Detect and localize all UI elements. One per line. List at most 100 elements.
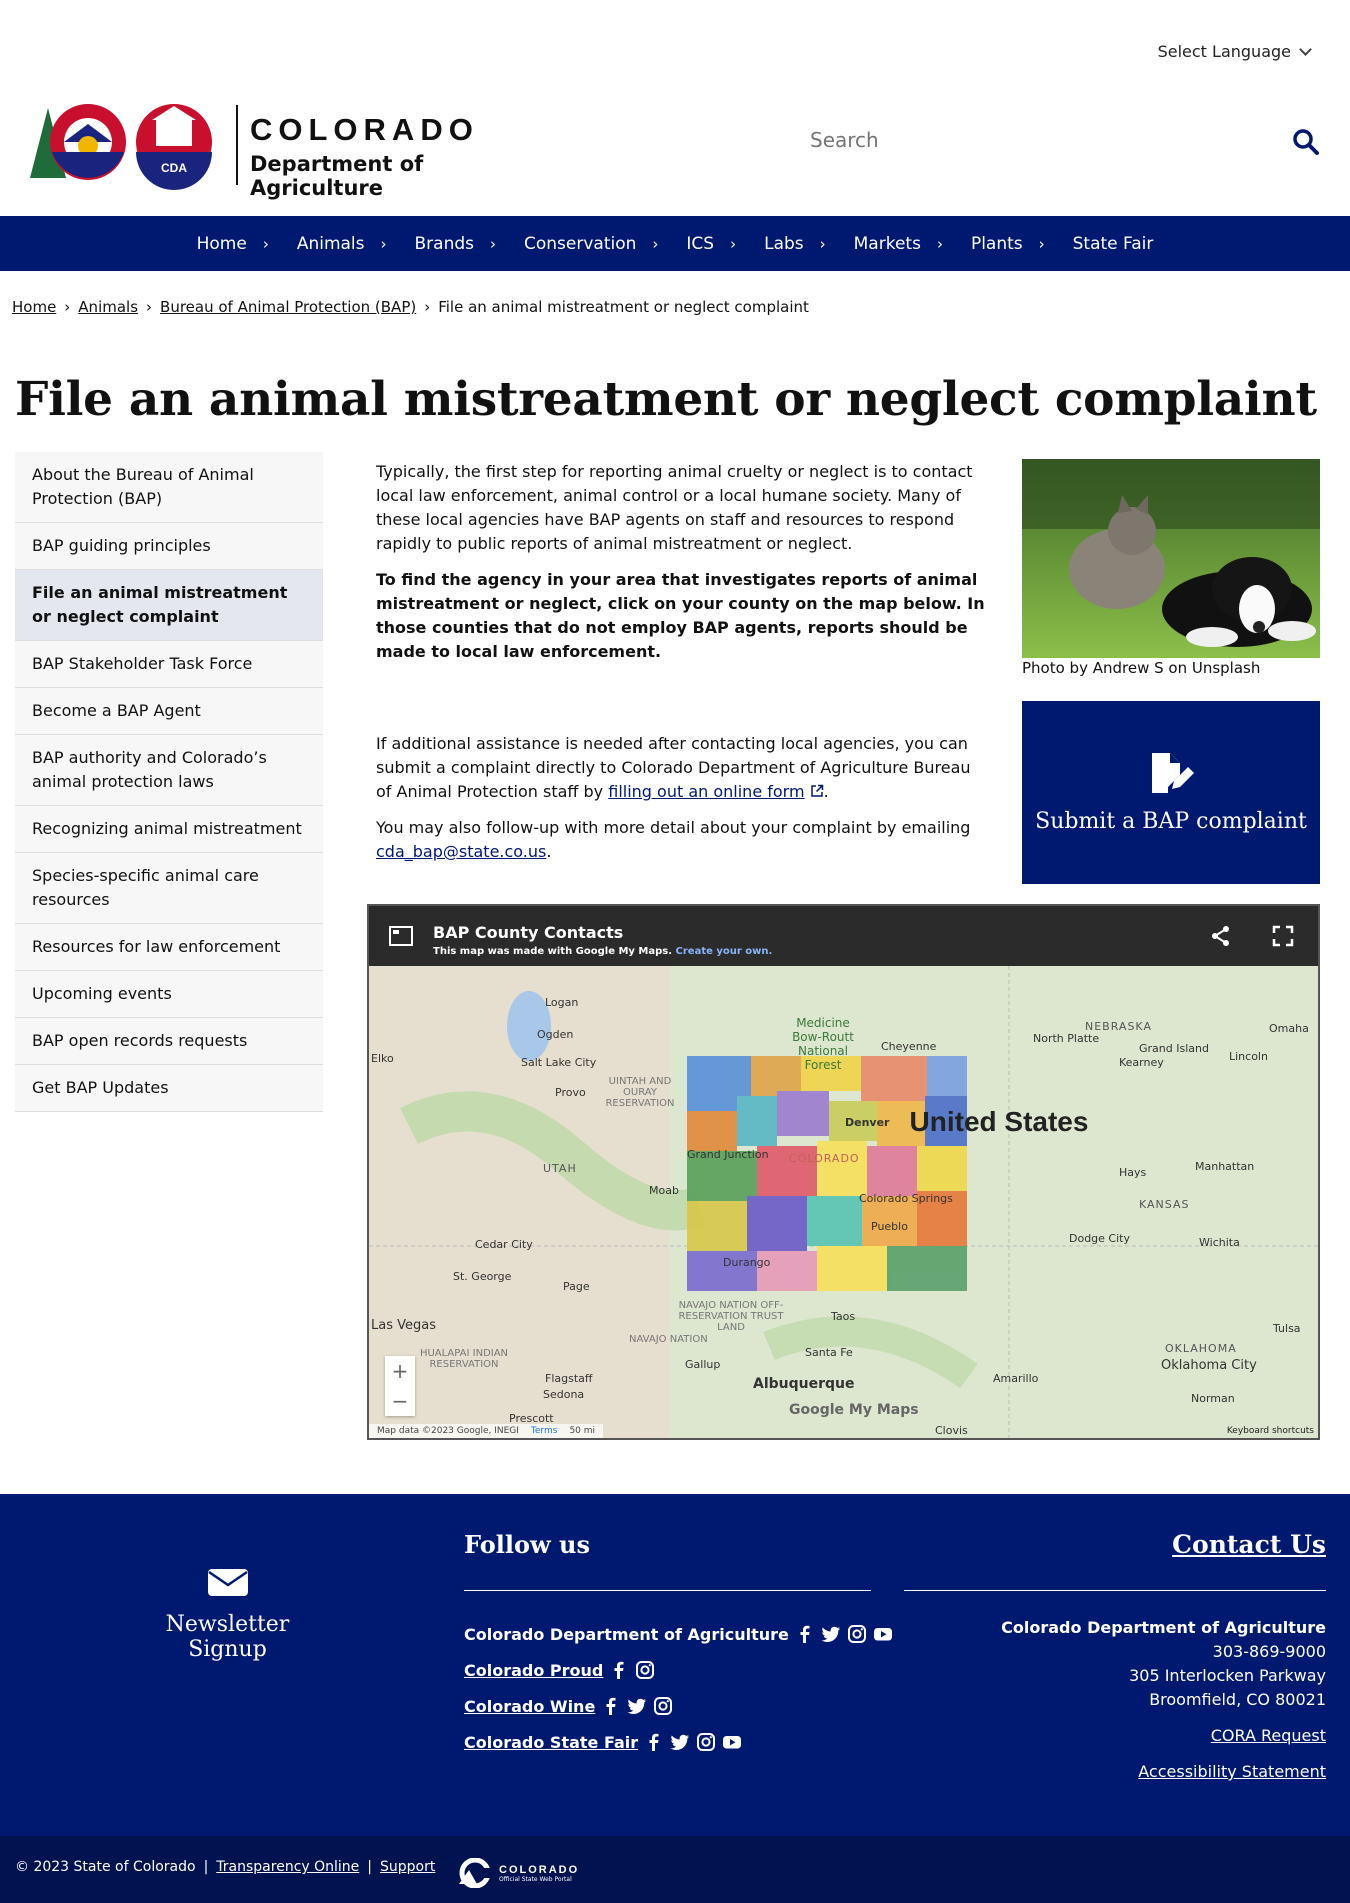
- sidebar-item-bap-updates[interactable]: Get BAP Updates: [15, 1065, 323, 1112]
- map-state-oklahoma: OKLAHOMA: [1165, 1342, 1237, 1355]
- facebook-icon[interactable]: [601, 1696, 621, 1716]
- file-edit-icon: [1152, 753, 1194, 793]
- sidebar-item-authority-laws[interactable]: BAP authority and Colorado’s animal prot…: [15, 735, 323, 806]
- keyboard-shortcuts-link[interactable]: Keyboard shortcuts: [1227, 1426, 1314, 1436]
- youtube-icon[interactable]: [873, 1624, 893, 1644]
- map-city: Durango: [723, 1256, 771, 1269]
- language-selector[interactable]: Select Language: [1158, 42, 1312, 61]
- map-city: Grand Island: [1139, 1042, 1209, 1055]
- share-icon[interactable]: [1210, 925, 1232, 947]
- map-city: Omaha: [1269, 1022, 1309, 1035]
- map-city: Hays: [1119, 1166, 1147, 1179]
- map-city: Clovis: [935, 1424, 968, 1437]
- chevron-right-icon: ›: [730, 234, 737, 253]
- colorado-state-fair-link[interactable]: Colorado State Fair: [464, 1733, 638, 1752]
- map-city: Cedar City: [475, 1238, 533, 1251]
- map-subtitle-text: This map was made with Google My Maps.: [433, 946, 673, 957]
- zoom-in-button[interactable]: +: [385, 1356, 415, 1386]
- nav-item-plants[interactable]: Plants ›: [957, 234, 1059, 254]
- fullscreen-icon[interactable]: [1272, 925, 1294, 947]
- map-city: Tulsa: [1273, 1322, 1301, 1335]
- nav-item-markets[interactable]: Markets ›: [840, 234, 957, 254]
- support-link[interactable]: Support: [380, 1859, 435, 1875]
- newsletter-signup-link[interactable]: Newsletter Signup: [125, 1566, 330, 1662]
- chevron-right-icon: ›: [936, 234, 943, 253]
- map-subtitle: This map was made with Google My Maps. C…: [433, 946, 772, 957]
- sidebar-item-guiding-principles[interactable]: BAP guiding principles: [15, 523, 323, 570]
- map-region: HUALAPAI INDIAN RESERVATION: [419, 1348, 509, 1370]
- twitter-icon[interactable]: [670, 1732, 690, 1752]
- map-city: Pueblo: [871, 1220, 908, 1233]
- logo-subtitle: Department of Agriculture: [250, 152, 424, 200]
- instagram-icon[interactable]: [635, 1660, 655, 1680]
- nav-item-labs[interactable]: Labs ›: [750, 234, 840, 254]
- facebook-icon[interactable]: [795, 1624, 815, 1644]
- sidebar-item-task-force[interactable]: BAP Stakeholder Task Force: [15, 641, 323, 688]
- facebook-icon[interactable]: [644, 1732, 664, 1752]
- map-legend-toggle-icon[interactable]: [389, 926, 413, 946]
- google-my-maps-brand: Google My Maps: [789, 1402, 919, 1418]
- sidebar-item-recognizing-mistreatment[interactable]: Recognizing animal mistreatment: [15, 806, 323, 853]
- nav-item-home[interactable]: Home ›: [183, 234, 283, 254]
- instagram-icon[interactable]: [696, 1732, 716, 1752]
- sidebar-item-become-agent[interactable]: Become a BAP Agent: [15, 688, 323, 735]
- online-form-link[interactable]: filling out an online form: [608, 782, 804, 801]
- sidebar-item-about-bap[interactable]: About the Bureau of Animal Protection (B…: [15, 452, 323, 523]
- cora-request-link[interactable]: CORA Request: [1211, 1726, 1326, 1745]
- search-box[interactable]: [810, 128, 1320, 162]
- photo-caption: Photo by Andrew S on Unsplash: [1022, 659, 1261, 677]
- youtube-icon[interactable]: [722, 1732, 742, 1752]
- twitter-icon[interactable]: [627, 1696, 647, 1716]
- instagram-icon[interactable]: [653, 1696, 673, 1716]
- sidebar-item-file-complaint[interactable]: File an animal mistreatment or neglect c…: [15, 570, 323, 641]
- nav-item-brands[interactable]: Brands ›: [401, 234, 511, 254]
- map-city: North Platte: [1033, 1032, 1100, 1045]
- map-terms-link[interactable]: Terms: [531, 1426, 558, 1436]
- logo-divider: [236, 105, 238, 185]
- map-city: Cheyenne: [881, 1040, 937, 1053]
- sidebar-item-upcoming-events[interactable]: Upcoming events: [15, 971, 323, 1018]
- sidebar-item-species-care[interactable]: Species-specific animal care resources: [15, 853, 323, 924]
- colorado-wine-link[interactable]: Colorado Wine: [464, 1697, 595, 1716]
- cda-logo-mark-icon: CDA: [30, 104, 212, 190]
- email-link[interactable]: cda_bap@state.co.us: [376, 842, 546, 861]
- breadcrumb-home[interactable]: Home: [12, 298, 56, 316]
- transparency-online-link[interactable]: Transparency Online: [216, 1859, 359, 1875]
- map-city: Ogden: [537, 1028, 574, 1041]
- nav-item-state-fair[interactable]: State Fair: [1059, 234, 1168, 254]
- breadcrumb-separator: ›: [424, 298, 431, 316]
- social-list: Colorado Department of Agriculture Color…: [464, 1616, 893, 1760]
- main-content: Typically, the first step for reporting …: [376, 460, 986, 876]
- social-row-label: Colorado Department of Agriculture: [464, 1624, 789, 1644]
- contact-us-link[interactable]: Contact Us: [1172, 1530, 1326, 1559]
- twitter-icon[interactable]: [821, 1624, 841, 1644]
- chevron-down-icon: [1299, 42, 1312, 56]
- divider: [464, 1590, 871, 1591]
- county-contacts-map[interactable]: United States BAP County Contacts This m…: [367, 904, 1320, 1440]
- facebook-icon[interactable]: [609, 1660, 629, 1680]
- map-city: Salt Lake City: [521, 1056, 597, 1069]
- sidebar-item-open-records[interactable]: BAP open records requests: [15, 1018, 323, 1065]
- nav-item-conservation[interactable]: Conservation ›: [510, 234, 672, 254]
- colorado-proud-link[interactable]: Colorado Proud: [464, 1661, 603, 1680]
- map-region: NAVAJO NATION: [629, 1334, 708, 1345]
- colorado-portal-logo[interactable]: COLORADO Official State Web Portal: [455, 1858, 579, 1888]
- submit-bap-complaint-button[interactable]: Submit a BAP complaint: [1022, 701, 1320, 884]
- breadcrumb-animals[interactable]: Animals: [78, 298, 138, 316]
- zoom-out-button[interactable]: −: [385, 1386, 415, 1416]
- create-your-own-link[interactable]: Create your own.: [676, 946, 773, 957]
- nav-item-animals[interactable]: Animals ›: [283, 234, 401, 254]
- map-state-kansas: KANSAS: [1139, 1198, 1190, 1211]
- map-city: Las Vegas: [371, 1318, 436, 1333]
- site-logo[interactable]: CDA COLORADO Department of Agriculture: [30, 100, 540, 200]
- contact-info: Colorado Department of Agriculture 303-8…: [1001, 1616, 1326, 1712]
- nav-item-ics[interactable]: ICS ›: [672, 234, 750, 254]
- accessibility-statement-link[interactable]: Accessibility Statement: [1138, 1762, 1326, 1781]
- instagram-icon[interactable]: [847, 1624, 867, 1644]
- map-country-label: United States: [910, 1106, 1089, 1137]
- breadcrumb-bap[interactable]: Bureau of Animal Protection (BAP): [160, 298, 416, 316]
- search-input[interactable]: [810, 128, 1250, 152]
- sidebar-item-law-enforcement[interactable]: Resources for law enforcement: [15, 924, 323, 971]
- social-row-colorado-proud: Colorado Proud: [464, 1652, 893, 1688]
- search-icon[interactable]: [1292, 128, 1320, 156]
